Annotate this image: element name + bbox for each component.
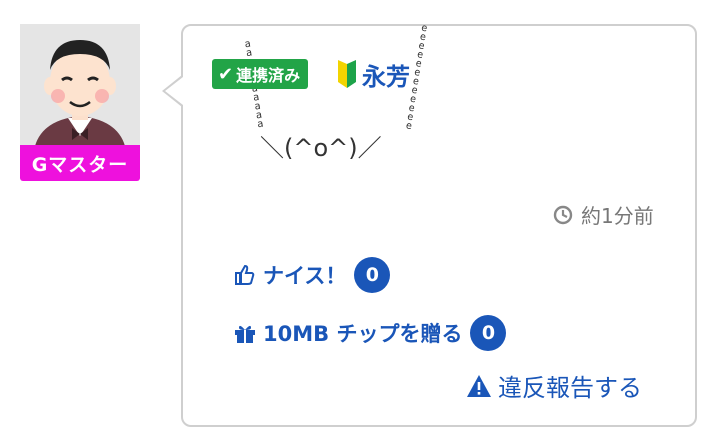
user-avatar-card[interactable]: Gマスター (20, 24, 140, 181)
warning-icon (467, 374, 491, 397)
check-icon: ✔ (218, 63, 234, 85)
tip-label: 10MB チップを贈る (263, 322, 463, 346)
nice-button[interactable]: ナイス！ 0 (233, 257, 391, 293)
report-link[interactable]: 違反報告する (466, 368, 642, 403)
nice-label: ナイス！ (263, 264, 347, 288)
tip-count-badge: 0 (470, 315, 507, 351)
clock-icon (553, 205, 573, 224)
gift-icon (235, 325, 255, 343)
thumbs-up-icon (235, 264, 255, 285)
avatar[interactable] (20, 24, 140, 150)
beginner-mark-icon (338, 60, 356, 88)
post-body-text: ＼(^o^)／ (260, 134, 382, 162)
timestamp: 約1分前 (553, 200, 654, 229)
timestamp-text: 約1分前 (581, 204, 654, 228)
bubble-pointer-fill (165, 77, 183, 105)
username-link[interactable]: 永芳 (362, 57, 410, 92)
linked-status-badge: ✔ 連携済み (212, 59, 309, 89)
person-avatar-icon (20, 24, 140, 150)
report-label: 違反報告する (498, 374, 642, 402)
linked-status-label: 連携済み (236, 66, 301, 85)
nice-count-badge: 0 (354, 257, 391, 293)
tip-button[interactable]: 10MB チップを贈る 0 (233, 315, 507, 351)
rank-badge: Gマスター (20, 145, 140, 181)
